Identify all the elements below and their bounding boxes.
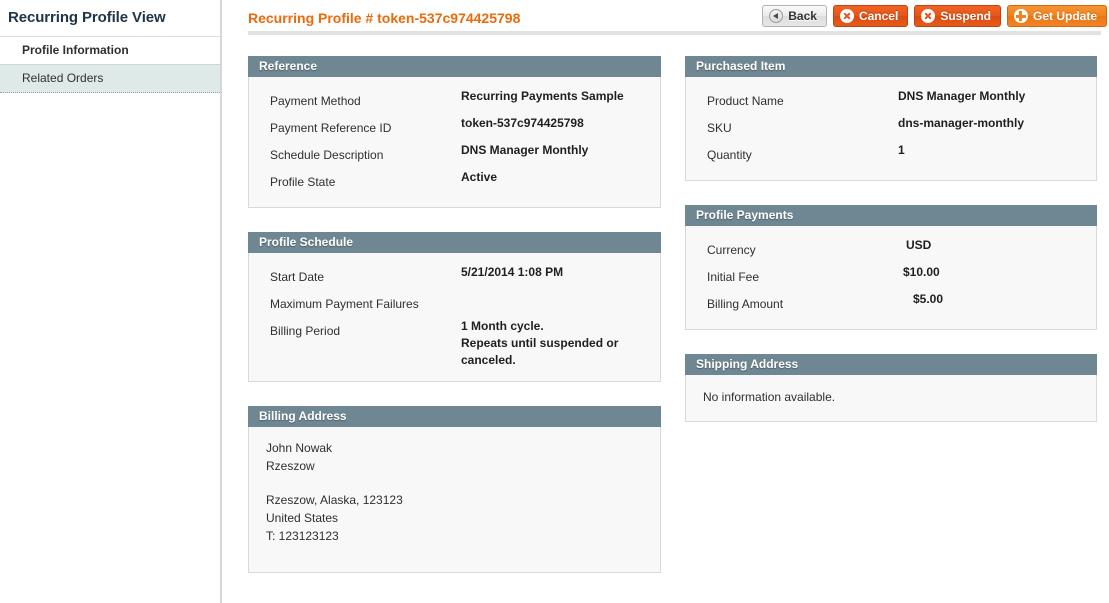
purchased-item-row: SKU dns-manager-monthly [698, 114, 1084, 141]
close-circle-icon [839, 9, 854, 23]
close-circle-icon [921, 9, 936, 23]
title-divider [248, 31, 1101, 35]
purchased-item-label: Product Name [707, 94, 784, 108]
profile-payments-panel-body: Currency USD Initial Fee $10.00 Billing … [685, 226, 1097, 330]
sidebar-item-profile-information[interactable]: Profile Information [0, 37, 220, 64]
shipping-address-panel-body: No information available. [685, 375, 1097, 422]
profile-payments-row: Billing Amount $5.00 [698, 290, 1084, 317]
profile-schedule-value: 5/21/2014 1:08 PM [461, 265, 564, 279]
action-button-bar: Back Cancel Suspend Get Update [762, 5, 1107, 27]
suspend-button-label: Suspend [940, 9, 991, 23]
profile-schedule-panel-body: Start Date 5/21/2014 1:08 PM Maximum Pay… [248, 253, 661, 382]
left-column: Reference Payment Method Recurring Payme… [248, 56, 661, 597]
purchased-item-label: SKU [707, 121, 732, 135]
billing-address-lines: Rzeszow, Alaska, 123123 United States T:… [266, 493, 403, 543]
page-header: Recurring Profile # token-537c974425798 … [224, 0, 1109, 38]
purchased-item-row: Quantity 1 [698, 141, 1084, 168]
get-update-button[interactable]: Get Update [1006, 5, 1107, 27]
reference-row: Payment Reference ID token-537c974425798 [261, 114, 648, 141]
left-sidebar: Recurring Profile View Profile Informati… [0, 0, 222, 603]
reference-row: Schedule Description DNS Manager Monthly [261, 141, 648, 168]
right-column: Purchased Item Product Name DNS Manager … [685, 56, 1097, 446]
billing-address-panel: Billing Address John Nowak Rzeszow Rzesz… [248, 406, 661, 573]
purchased-item-value: 1 [898, 143, 905, 157]
reference-panel-body: Payment Method Recurring Payments Sample… [248, 77, 661, 208]
reference-panel: Reference Payment Method Recurring Payme… [248, 56, 661, 208]
reference-value: token-537c974425798 [461, 116, 584, 130]
plus-circle-icon [1013, 9, 1028, 23]
profile-payments-row: Currency USD [698, 236, 1084, 263]
purchased-item-value: DNS Manager Monthly [898, 89, 1026, 103]
profile-payments-panel: Profile Payments Currency USD Initial Fe… [685, 205, 1097, 330]
profile-payments-panel-title: Profile Payments [685, 205, 1097, 226]
sidebar-title: Recurring Profile View [0, 0, 220, 37]
reference-value: Active [461, 170, 498, 184]
back-button-label: Back [788, 9, 817, 23]
back-arrow-icon [769, 9, 784, 23]
profile-payments-label: Currency [707, 243, 756, 257]
reference-list: Payment Method Recurring Payments Sample… [261, 87, 648, 195]
suspend-button[interactable]: Suspend [914, 5, 1001, 27]
page-title: Recurring Profile # token-537c974425798 [248, 10, 521, 26]
purchased-item-list: Product Name DNS Manager Monthly SKU dns… [698, 87, 1084, 168]
back-button[interactable]: Back [762, 5, 827, 27]
reference-label: Payment Reference ID [270, 121, 392, 135]
profile-schedule-label: Start Date [270, 270, 325, 284]
purchased-item-row: Product Name DNS Manager Monthly [698, 87, 1084, 114]
purchased-item-panel-body: Product Name DNS Manager Monthly SKU dns… [685, 77, 1097, 181]
sidebar-item-label: Profile Information [22, 43, 129, 57]
profile-schedule-row: Maximum Payment Failures [261, 290, 648, 317]
reference-panel-title: Reference [248, 56, 661, 77]
reference-label: Schedule Description [270, 148, 384, 162]
reference-value: Recurring Payments Sample [461, 89, 624, 103]
address-spacer [261, 475, 648, 489]
profile-schedule-row: Billing Period 1 Month cycle. Repeats un… [261, 317, 648, 369]
billing-address-panel-title: Billing Address [248, 406, 661, 427]
shipping-address-empty-text: No information available. [703, 390, 836, 404]
profile-payments-list: Currency USD Initial Fee $10.00 Billing … [698, 236, 1084, 317]
shipping-address-panel-title: Shipping Address [685, 354, 1097, 375]
purchased-item-label: Quantity [707, 148, 752, 162]
reference-value: DNS Manager Monthly [461, 143, 589, 157]
profile-payments-row: Initial Fee $10.00 [698, 263, 1084, 290]
get-update-button-label: Get Update [1032, 9, 1097, 23]
profile-schedule-label: Billing Period [270, 324, 341, 338]
profile-payments-value: USD [906, 238, 932, 252]
reference-row: Profile State Active [261, 168, 648, 195]
reference-label: Payment Method [270, 94, 361, 108]
sidebar-item-label: Related Orders [22, 71, 104, 85]
billing-address-name: John Nowak Rzeszow [266, 441, 333, 473]
reference-row: Payment Method Recurring Payments Sample [261, 87, 648, 114]
cancel-button-label: Cancel [858, 9, 899, 23]
profile-schedule-list: Start Date 5/21/2014 1:08 PM Maximum Pay… [261, 263, 648, 369]
content-area: Recurring Profile # token-537c974425798 … [224, 0, 1109, 603]
profile-payments-value: $10.00 [903, 265, 940, 279]
cancel-button[interactable]: Cancel [832, 5, 909, 27]
profile-schedule-value: 1 Month cycle. Repeats until suspended o… [461, 319, 619, 367]
profile-schedule-panel: Profile Schedule Start Date 5/21/2014 1:… [248, 232, 661, 382]
profile-payments-label: Billing Amount [707, 297, 784, 311]
sidebar-item-related-orders[interactable]: Related Orders [0, 64, 220, 93]
profile-schedule-row: Start Date 5/21/2014 1:08 PM [261, 263, 648, 290]
profile-schedule-panel-title: Profile Schedule [248, 232, 661, 253]
purchased-item-value: dns-manager-monthly [898, 116, 1025, 130]
profile-payments-label: Initial Fee [707, 270, 760, 284]
profile-payments-value: $5.00 [913, 292, 944, 306]
billing-address-panel-body: John Nowak Rzeszow Rzeszow, Alaska, 1231… [248, 427, 661, 573]
reference-label: Profile State [270, 175, 336, 189]
purchased-item-panel: Purchased Item Product Name DNS Manager … [685, 56, 1097, 181]
purchased-item-panel-title: Purchased Item [685, 56, 1097, 77]
profile-schedule-label: Maximum Payment Failures [270, 297, 419, 311]
shipping-address-panel: Shipping Address No information availabl… [685, 354, 1097, 422]
